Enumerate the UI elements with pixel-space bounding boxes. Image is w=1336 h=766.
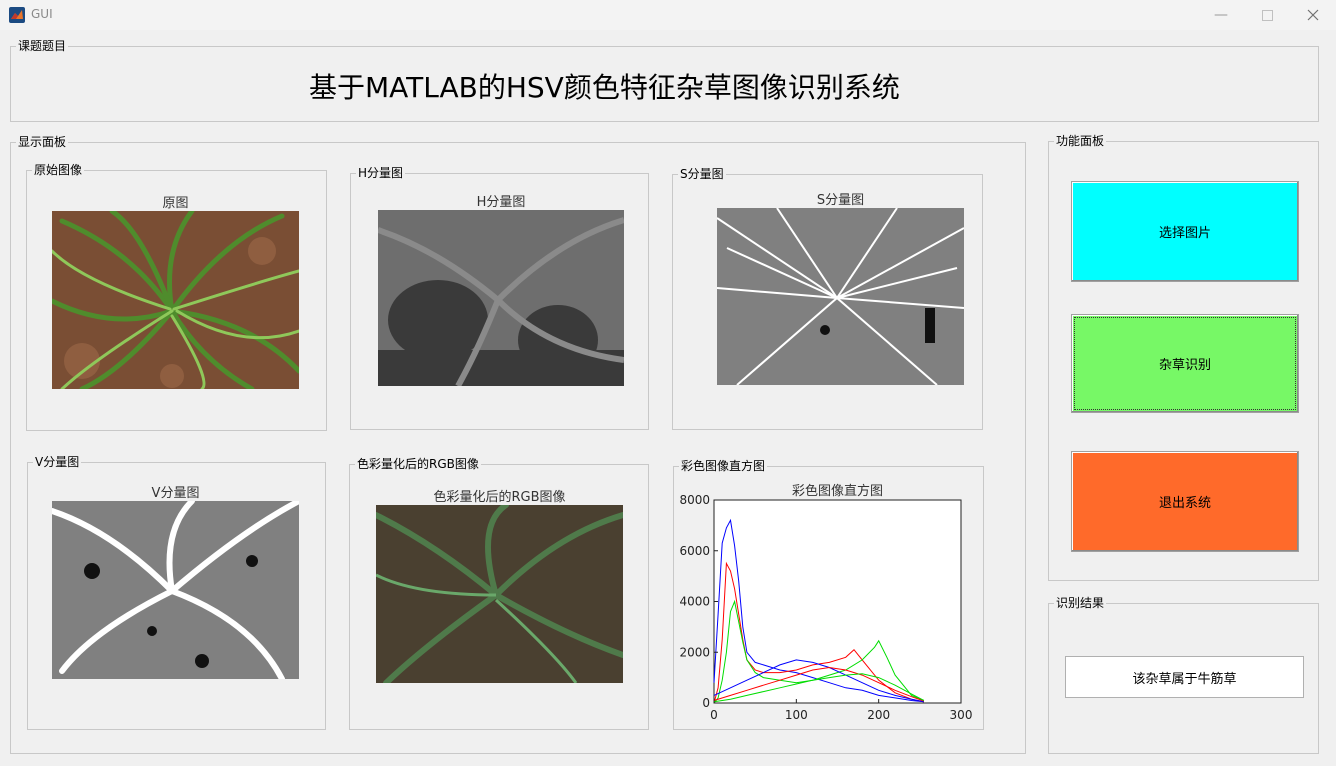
x-tick-label-1: 100 — [785, 708, 808, 722]
x-tick-label-3: 300 — [950, 708, 973, 722]
function-panel-legend: 功能面板 — [1054, 133, 1107, 149]
title-panel-legend: 课题题目 — [16, 38, 69, 54]
window-title: GUI — [31, 7, 53, 21]
maximize-icon[interactable] — [1244, 0, 1290, 30]
window-title-bar[interactable] — [0, 0, 1336, 30]
x-tick-label-0: 0 — [710, 708, 718, 722]
y-tick-label-3: 6000 — [679, 544, 710, 558]
identify-weed-button[interactable]: 杂草识别 — [1071, 314, 1299, 413]
quantized-image — [376, 505, 623, 683]
h-component-legend: H分量图 — [356, 165, 406, 181]
v-component-legend: V分量图 — [33, 454, 82, 470]
display-panel-legend: 显示面板 — [16, 134, 69, 150]
result-panel-legend: 识别结果 — [1054, 595, 1107, 611]
y-tick-label-1: 2000 — [679, 645, 710, 659]
original-image — [52, 211, 299, 389]
result-textbox[interactable]: 该杂草属于牛筋草 — [1065, 656, 1304, 698]
s-component-image — [717, 208, 964, 385]
matlab-logo-icon — [9, 7, 25, 23]
s-component-legend: S分量图 — [678, 166, 726, 182]
y-tick-label-2: 4000 — [679, 595, 710, 609]
minimize-icon[interactable]: — — [1198, 0, 1244, 30]
close-icon[interactable] — [1290, 0, 1336, 30]
quantized-axes-title: 色彩量化后的RGB图像 — [433, 490, 566, 505]
x-tick-label-2: 200 — [867, 708, 890, 722]
y-tick-label-0: 0 — [702, 696, 710, 710]
histogram-legend: 彩色图像直方图 — [679, 458, 768, 474]
exit-system-button[interactable]: 退出系统 — [1071, 451, 1299, 552]
page-title: 基于MATLAB的HSV颜色特征杂草图像识别系统 — [309, 71, 900, 104]
quantized-image-legend: 色彩量化后的RGB图像 — [355, 456, 481, 472]
h-component-image — [378, 210, 624, 386]
original-image-legend: 原始图像 — [32, 162, 85, 178]
h-axes-title: H分量图 — [476, 195, 526, 210]
v-component-image — [52, 501, 299, 679]
histogram-chart: 0 100 200 300 0 2000 4000 6000 8000 — [679, 493, 973, 722]
v-axes-title: V分量图 — [151, 486, 200, 501]
y-tick-label-4: 8000 — [679, 493, 710, 507]
original-axes-title: 原图 — [162, 196, 189, 211]
s-axes-title: S分量图 — [816, 193, 865, 208]
select-image-button[interactable]: 选择图片 — [1071, 181, 1299, 282]
